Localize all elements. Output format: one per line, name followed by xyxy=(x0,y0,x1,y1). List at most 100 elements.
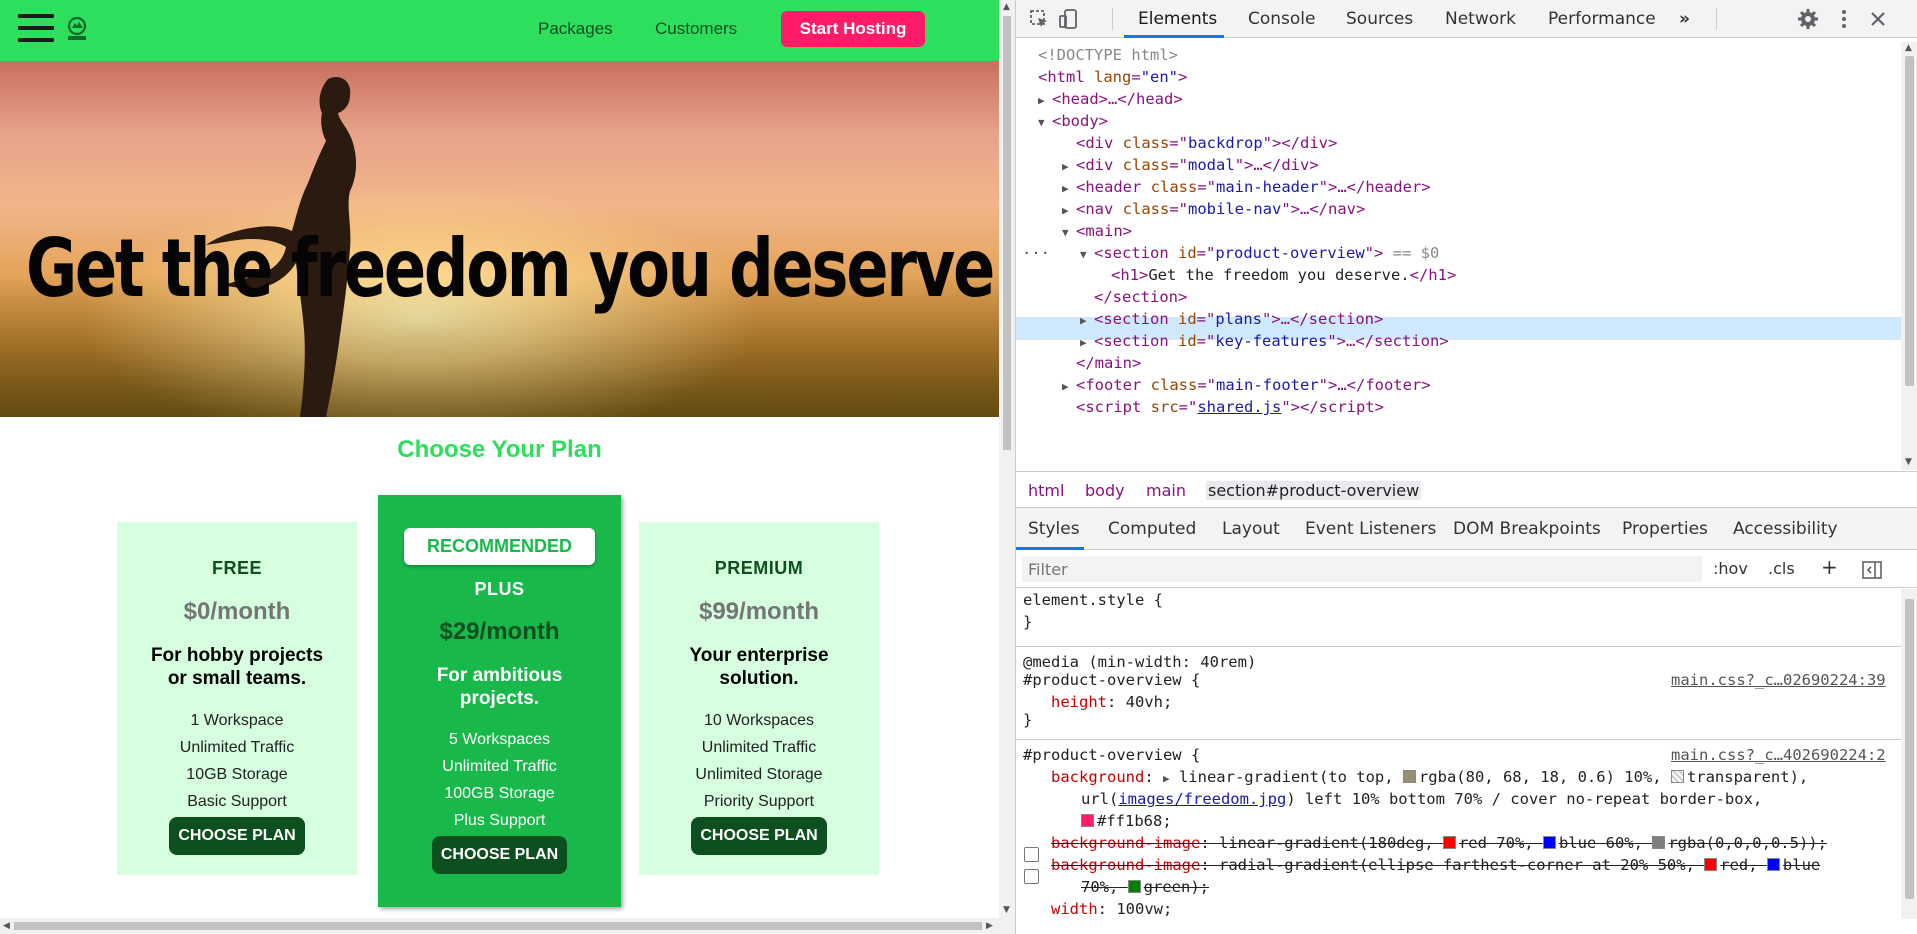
dom-header-node[interactable]: ▶ <header class="main-header">…</header> xyxy=(1062,176,1431,198)
dom-section-plans[interactable]: ▶ <section id="plans">…</section> xyxy=(1080,308,1383,330)
property-toggle-checkbox[interactable] xyxy=(1024,869,1039,884)
tab-styles[interactable]: Styles xyxy=(1028,519,1080,539)
tab-sources[interactable]: Sources xyxy=(1346,9,1413,29)
scroll-right-arrow-icon[interactable]: ▶ xyxy=(986,922,993,931)
scrollbar-thumb[interactable] xyxy=(1003,16,1011,450)
tab-performance[interactable]: Performance xyxy=(1548,9,1656,29)
dom-main-close[interactable]: </main> xyxy=(1076,352,1141,374)
dom-section-close[interactable]: </section> xyxy=(1094,286,1187,308)
device-toolbar-icon[interactable] xyxy=(1058,8,1080,30)
tab-accessibility[interactable]: Accessibility xyxy=(1733,519,1838,539)
new-style-rule-icon[interactable]: + xyxy=(1821,555,1838,579)
color-swatch[interactable] xyxy=(1081,814,1094,827)
vertical-scrollbar[interactable]: ▲ ▼ xyxy=(999,0,1015,934)
collapse-arrow-icon[interactable]: ▼ xyxy=(1080,244,1094,266)
tab-elements[interactable]: Elements xyxy=(1138,9,1217,29)
background-image-declaration-disabled[interactable]: background-image: radial-gradient(ellips… xyxy=(1051,854,1820,876)
breadcrumb-body[interactable]: body xyxy=(1085,481,1125,500)
dom-main-node[interactable]: ▼ <main> xyxy=(1062,220,1132,242)
scroll-down-arrow-icon[interactable]: ▼ xyxy=(1003,906,1010,915)
color-swatch[interactable] xyxy=(1442,836,1456,849)
stylesheet-link[interactable]: main.css?_c…402690224:2 xyxy=(1671,744,1886,766)
color-swatch[interactable] xyxy=(1766,858,1780,871)
breadcrumb-html[interactable]: html xyxy=(1028,481,1064,500)
styles-scrollbar[interactable] xyxy=(1901,589,1917,919)
expand-arrow-icon[interactable]: ▶ xyxy=(1062,156,1076,178)
stylesheet-link[interactable]: main.css?_c…02690224:39 xyxy=(1671,669,1886,691)
choose-plan-button[interactable]: CHOOSE PLAN xyxy=(169,817,305,855)
scrollbar-thumb[interactable] xyxy=(14,922,982,930)
class-toggle[interactable]: .cls xyxy=(1768,559,1795,578)
tab-console[interactable]: Console xyxy=(1248,9,1316,29)
tab-network[interactable]: Network xyxy=(1445,9,1516,29)
background-declaration[interactable]: background: ▶ linear-gradient(to top, rg… xyxy=(1051,766,1808,790)
choose-plan-button[interactable]: CHOOSE PLAN xyxy=(691,817,827,855)
dom-section-key-features[interactable]: ▶ <section id="key-features">…</section> xyxy=(1080,330,1449,352)
dom-doctype[interactable]: <!DOCTYPE html> xyxy=(1038,44,1178,66)
nav-customers-link[interactable]: Customers xyxy=(655,19,737,39)
dom-html-node[interactable]: <html lang="en"> xyxy=(1038,66,1187,88)
expand-arrow-icon[interactable]: ▶ xyxy=(1062,178,1076,200)
scroll-left-arrow-icon[interactable]: ◀ xyxy=(3,922,10,931)
dom-h1-node[interactable]: <h1>Get the freedom you deserve.</h1> xyxy=(1111,264,1456,286)
tab-event-listeners[interactable]: Event Listeners xyxy=(1305,519,1436,539)
background-image-declaration-disabled[interactable]: background-image: linear-gradient(180deg… xyxy=(1051,832,1827,854)
choose-plan-button[interactable]: CHOOSE PLAN xyxy=(431,836,568,874)
dom-head-node[interactable]: ▶ <head>…</head> xyxy=(1038,88,1183,110)
breadcrumb-section[interactable]: section#product-overview xyxy=(1206,481,1422,500)
color-swatch[interactable] xyxy=(1670,770,1684,783)
color-swatch[interactable] xyxy=(1402,770,1416,783)
nav-packages-link[interactable]: Packages xyxy=(538,19,613,39)
node-actions-icon[interactable]: ··· xyxy=(1022,242,1050,264)
element-style-rule[interactable]: element.style { xyxy=(1023,589,1163,611)
collapse-arrow-icon[interactable]: ▼ xyxy=(1038,112,1052,134)
dom-backdrop-node[interactable]: <div class="backdrop"></div> xyxy=(1076,132,1337,154)
expand-arrow-icon[interactable]: ▶ xyxy=(1062,376,1076,398)
hamburger-menu-icon[interactable] xyxy=(18,14,54,44)
breadcrumb-main[interactable]: main xyxy=(1146,481,1186,500)
scrollbar-thumb[interactable] xyxy=(1905,56,1914,386)
more-tabs-icon[interactable]: » xyxy=(1679,9,1690,29)
tab-dom-breakpoints[interactable]: DOM Breakpoints xyxy=(1453,519,1601,539)
property-toggle-checkbox[interactable] xyxy=(1024,847,1039,862)
rule-selector[interactable]: #product-overview { xyxy=(1023,744,1200,766)
color-swatch[interactable] xyxy=(1542,836,1556,849)
dom-script-node[interactable]: <script src="shared.js"></script> xyxy=(1076,396,1384,418)
expand-arrow-icon[interactable]: ▶ xyxy=(1038,90,1052,112)
inspect-element-icon[interactable] xyxy=(1028,8,1050,30)
color-swatch[interactable] xyxy=(1704,858,1718,871)
scroll-down-arrow-icon[interactable]: ▼ xyxy=(1905,458,1912,467)
color-swatch[interactable] xyxy=(1127,880,1141,893)
tab-computed[interactable]: Computed xyxy=(1108,519,1196,539)
rule-selector[interactable]: #product-overview { xyxy=(1023,669,1200,691)
dom-tree-scrollbar[interactable]: ▲ ▼ xyxy=(1901,42,1917,470)
close-icon[interactable] xyxy=(1867,8,1889,30)
collapse-arrow-icon[interactable]: ▼ xyxy=(1062,222,1076,244)
styles-filter-input[interactable] xyxy=(1022,556,1702,582)
dom-nav-node[interactable]: ▶ <nav class="mobile-nav">…</nav> xyxy=(1062,198,1365,220)
expand-arrow-icon[interactable]: ▶ xyxy=(1062,200,1076,222)
expand-arrow-icon[interactable]: ▶ xyxy=(1163,772,1170,785)
logo-icon[interactable] xyxy=(64,15,90,43)
tab-properties[interactable]: Properties xyxy=(1622,519,1708,539)
dom-footer-node[interactable]: ▶ <footer class="main-footer">…</footer> xyxy=(1062,374,1431,396)
color-swatch[interactable] xyxy=(1652,836,1666,849)
dom-body-node[interactable]: ▼ <body> xyxy=(1038,110,1108,132)
scrollbar-thumb[interactable] xyxy=(1905,599,1914,899)
toggle-sidebar-icon[interactable] xyxy=(1862,560,1882,580)
more-options-icon[interactable] xyxy=(1833,8,1855,30)
start-hosting-button[interactable]: Start Hosting xyxy=(781,11,925,47)
dom-modal-node[interactable]: ▶ <div class="modal">…</div> xyxy=(1062,154,1319,176)
expand-arrow-icon[interactable]: ▶ xyxy=(1080,332,1094,354)
scroll-up-arrow-icon[interactable]: ▲ xyxy=(1003,3,1010,12)
dom-section-product-overview[interactable]: ▼ <section id="product-overview"> == $0 xyxy=(1080,242,1439,264)
plan-feature: 10 Workspaces xyxy=(704,712,814,729)
settings-gear-icon[interactable] xyxy=(1797,8,1819,30)
scroll-up-arrow-icon[interactable]: ▲ xyxy=(1905,44,1912,53)
height-declaration[interactable]: height: 40vh; xyxy=(1051,691,1172,713)
hover-state-toggle[interactable]: :hov xyxy=(1713,559,1748,578)
expand-arrow-icon[interactable]: ▶ xyxy=(1080,310,1094,332)
horizontal-scrollbar[interactable]: ◀ ▶ xyxy=(0,918,999,934)
width-declaration[interactable]: width: 100vw; xyxy=(1051,898,1172,919)
tab-layout[interactable]: Layout xyxy=(1222,519,1280,539)
